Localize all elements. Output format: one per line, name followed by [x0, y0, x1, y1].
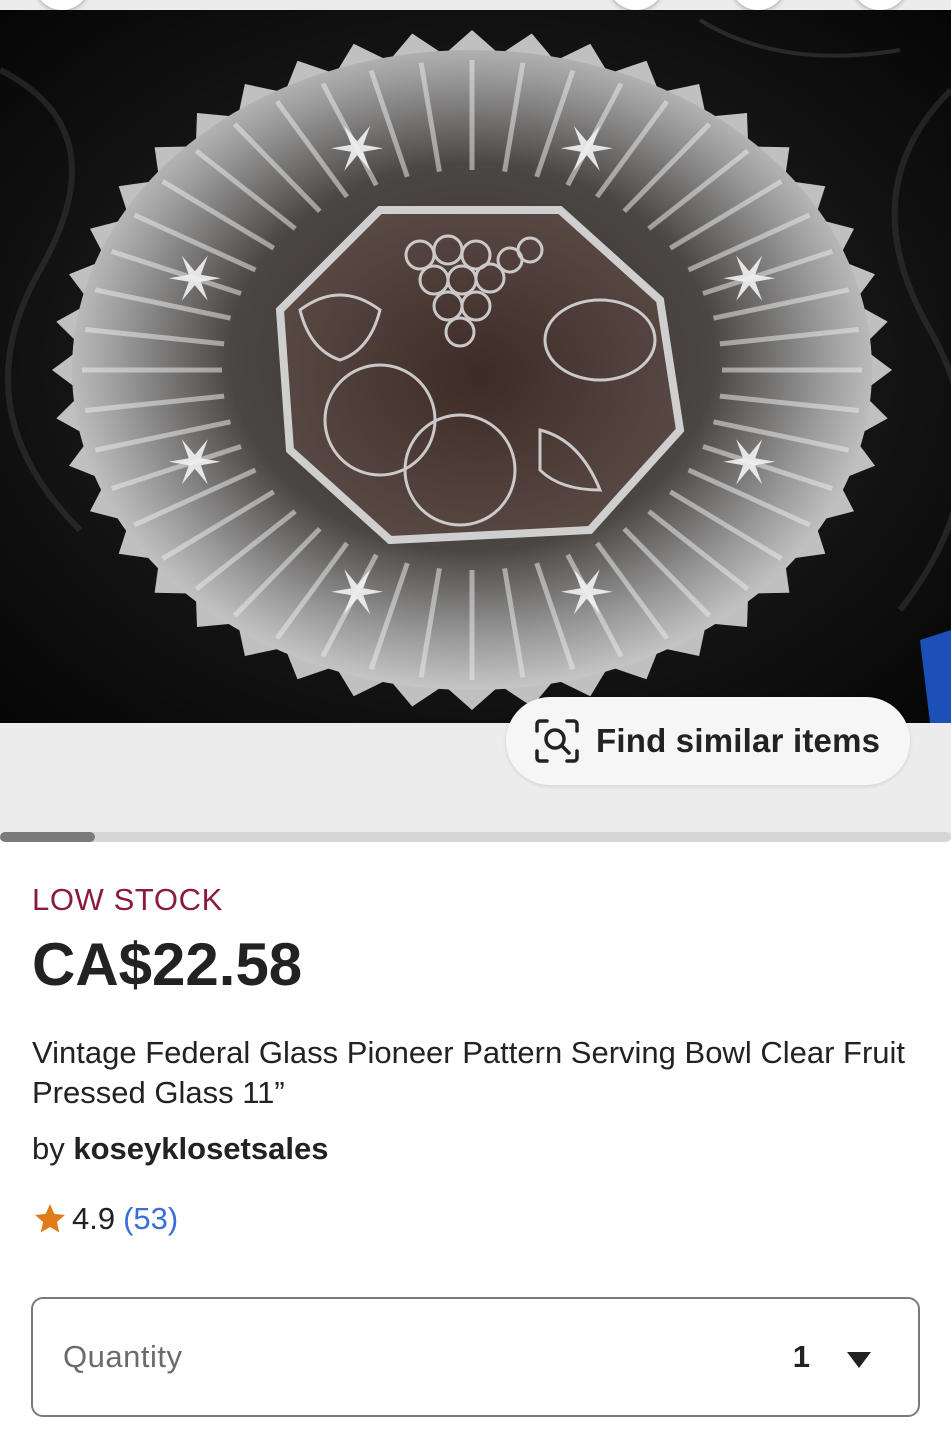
- seller-name-link[interactable]: koseyklosetsales: [73, 1131, 328, 1166]
- listing-photo[interactable]: [0, 10, 951, 723]
- listing-page: Find similar items LOW STOCK CA$22.58 Vi…: [0, 0, 951, 1440]
- seller-line: by koseyklosetsales: [32, 1131, 328, 1167]
- quantity-value: 1: [792, 1339, 810, 1374]
- back-button[interactable]: [34, 0, 90, 10]
- quantity-select[interactable]: Quantity 1: [31, 1297, 920, 1417]
- favorite-button[interactable]: [608, 0, 664, 10]
- star-icon: [32, 1201, 68, 1237]
- find-similar-button[interactable]: Find similar items: [506, 697, 910, 785]
- stock-status: LOW STOCK: [32, 882, 223, 917]
- find-similar-label: Find similar items: [596, 722, 881, 759]
- share-button[interactable]: [730, 0, 786, 10]
- price: CA$22.58: [32, 931, 303, 998]
- gallery-scrollbar[interactable]: [0, 832, 951, 842]
- visual-search-icon: [534, 718, 580, 764]
- image-gallery[interactable]: Find similar items: [0, 0, 951, 842]
- seller-prefix: by: [32, 1131, 65, 1166]
- gallery-scroll-thumb[interactable]: [0, 832, 95, 842]
- cart-button[interactable]: [852, 0, 908, 10]
- quantity-label: Quantity: [63, 1339, 183, 1374]
- shop-rating[interactable]: 4.9 (53): [32, 1201, 178, 1237]
- glass-bowl-photo: [0, 10, 951, 723]
- listing-title: Vintage Federal Glass Pioneer Pattern Se…: [32, 1035, 906, 1110]
- rating-value: 4.9: [72, 1201, 116, 1236]
- caret-down-icon: [846, 1351, 872, 1369]
- review-count-link[interactable]: (53): [123, 1201, 178, 1237]
